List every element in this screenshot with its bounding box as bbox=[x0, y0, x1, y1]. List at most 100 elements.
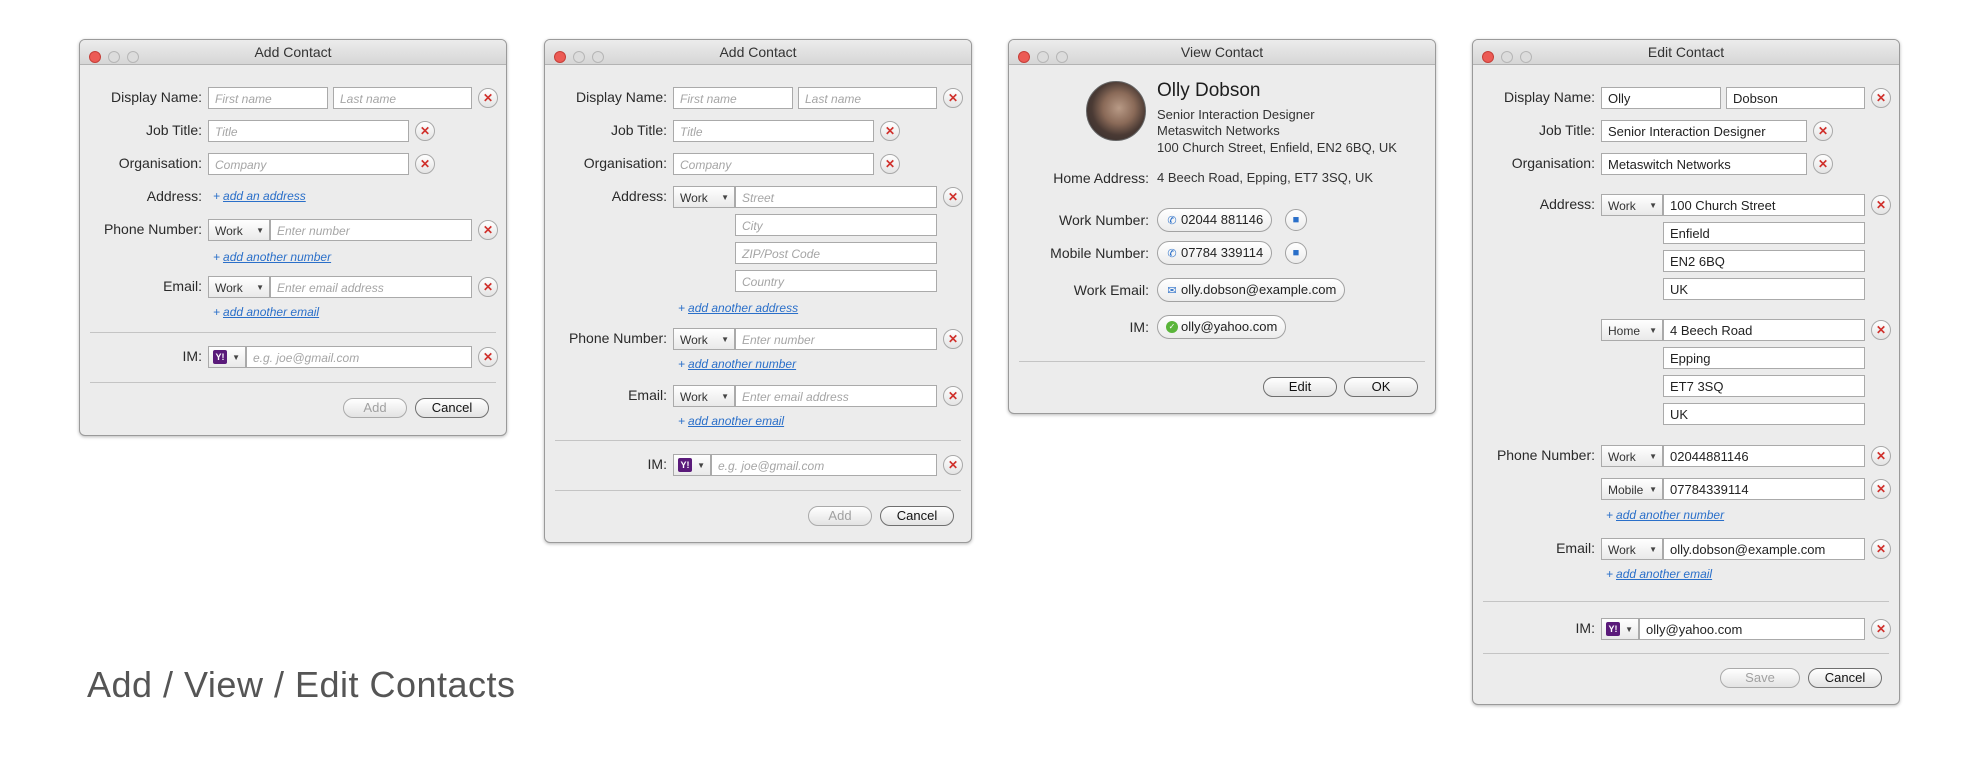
remove-phone-x-icon[interactable]: ✕ bbox=[478, 220, 498, 240]
phone-mobile-input[interactable]: 07784339114 bbox=[1663, 478, 1865, 500]
cancel-button[interactable]: Cancel bbox=[1808, 668, 1882, 688]
add-another-email-link[interactable]: + add another email bbox=[678, 414, 784, 428]
titlebar[interactable]: Add Contact bbox=[545, 40, 971, 65]
im-service-select[interactable]: Y! ▼ bbox=[1601, 618, 1639, 640]
video-call-icon[interactable]: ■ bbox=[1285, 209, 1307, 231]
remove-job-title-x-icon[interactable]: ✕ bbox=[880, 121, 900, 141]
home-country-input[interactable]: UK bbox=[1663, 403, 1865, 425]
phone-work-type-select[interactable]: Work ▼ bbox=[1601, 445, 1663, 467]
remove-display-name-x-icon[interactable]: ✕ bbox=[943, 88, 963, 108]
add-another-number-link[interactable]: + add another number bbox=[678, 357, 796, 371]
first-name-input[interactable]: First name bbox=[673, 87, 793, 109]
work-number-call-button[interactable]: ✆ 02044 881146 bbox=[1157, 208, 1273, 232]
street-input[interactable]: Street bbox=[735, 186, 937, 208]
remove-work-address-x-icon[interactable]: ✕ bbox=[1871, 195, 1891, 215]
close-window-button[interactable] bbox=[1482, 51, 1494, 63]
first-name-input[interactable]: First name bbox=[208, 87, 328, 109]
remove-job-title-x-icon[interactable]: ✕ bbox=[1813, 121, 1833, 141]
remove-address-x-icon[interactable]: ✕ bbox=[943, 187, 963, 207]
remove-display-name-x-icon[interactable]: ✕ bbox=[1871, 88, 1891, 108]
minimize-window-button[interactable] bbox=[1501, 51, 1513, 63]
im-input[interactable]: olly@yahoo.com bbox=[1639, 618, 1865, 640]
remove-organisation-x-icon[interactable]: ✕ bbox=[1813, 154, 1833, 174]
email-input[interactable]: Enter email address bbox=[270, 276, 472, 298]
work-country-input[interactable]: UK bbox=[1663, 278, 1865, 300]
job-title-input[interactable]: Title bbox=[208, 120, 409, 142]
last-name-input[interactable]: Last name bbox=[333, 87, 472, 109]
remove-im-x-icon[interactable]: ✕ bbox=[478, 347, 498, 367]
titlebar[interactable]: View Contact bbox=[1009, 40, 1435, 65]
remove-organisation-x-icon[interactable]: ✕ bbox=[415, 154, 435, 174]
remove-display-name-x-icon[interactable]: ✕ bbox=[478, 88, 498, 108]
minimize-window-button[interactable] bbox=[108, 51, 120, 63]
remove-organisation-x-icon[interactable]: ✕ bbox=[880, 154, 900, 174]
organisation-input[interactable]: Metaswitch Networks bbox=[1601, 153, 1807, 175]
im-service-select[interactable]: Y! ▼ bbox=[208, 346, 246, 368]
minimize-window-button[interactable] bbox=[573, 51, 585, 63]
zoom-window-button[interactable] bbox=[592, 51, 604, 63]
add-button[interactable]: Add bbox=[808, 506, 872, 526]
remove-job-title-x-icon[interactable]: ✕ bbox=[415, 121, 435, 141]
add-another-number-link[interactable]: + add another number bbox=[213, 250, 331, 264]
email-input[interactable]: olly.dobson@example.com bbox=[1663, 538, 1865, 560]
video-call-icon[interactable]: ■ bbox=[1285, 242, 1307, 264]
phone-number-input[interactable]: Enter number bbox=[270, 219, 472, 241]
minimize-window-button[interactable] bbox=[1037, 51, 1049, 63]
phone-work-input[interactable]: 02044881146 bbox=[1663, 445, 1865, 467]
home-zip-input[interactable]: ET7 3SQ bbox=[1663, 375, 1865, 397]
zoom-window-button[interactable] bbox=[127, 51, 139, 63]
phone-type-select[interactable]: Work ▼ bbox=[208, 219, 270, 241]
first-name-input[interactable]: Olly bbox=[1601, 87, 1721, 109]
remove-email-x-icon[interactable]: ✕ bbox=[1871, 539, 1891, 559]
email-type-select[interactable]: Work ▼ bbox=[1601, 538, 1663, 560]
email-input[interactable]: Enter email address bbox=[735, 385, 937, 407]
zoom-window-button[interactable] bbox=[1056, 51, 1068, 63]
close-window-button[interactable] bbox=[1018, 51, 1030, 63]
close-window-button[interactable] bbox=[89, 51, 101, 63]
work-email-button[interactable]: ✉ olly.dobson@example.com bbox=[1157, 278, 1346, 302]
im-service-select[interactable]: Y! ▼ bbox=[673, 454, 711, 476]
zip-input[interactable]: ZIP/Post Code bbox=[735, 242, 937, 264]
job-title-input[interactable]: Title bbox=[673, 120, 874, 142]
remove-email-x-icon[interactable]: ✕ bbox=[478, 277, 498, 297]
add-another-email-link[interactable]: + add another email bbox=[213, 305, 319, 319]
add-button[interactable]: Add bbox=[343, 398, 407, 418]
work-street-input[interactable]: 100 Church Street bbox=[1663, 194, 1865, 216]
organisation-input[interactable]: Company bbox=[673, 153, 874, 175]
im-button[interactable]: ✓ olly@yahoo.com bbox=[1157, 315, 1287, 339]
phone-type-select[interactable]: Work ▼ bbox=[673, 328, 735, 350]
address-type-select[interactable]: Work ▼ bbox=[673, 186, 735, 208]
save-button[interactable]: Save bbox=[1720, 668, 1800, 688]
mobile-number-call-button[interactable]: ✆ 07784 339114 bbox=[1157, 241, 1273, 265]
edit-button[interactable]: Edit bbox=[1263, 377, 1337, 397]
phone-mobile-type-select[interactable]: Mobile ▼ bbox=[1601, 478, 1663, 500]
last-name-input[interactable]: Dobson bbox=[1726, 87, 1865, 109]
im-input[interactable]: e.g. joe@gmail.com bbox=[246, 346, 472, 368]
add-address-link[interactable]: + add an address bbox=[213, 189, 306, 203]
email-type-select[interactable]: Work ▼ bbox=[673, 385, 735, 407]
phone-number-input[interactable]: Enter number bbox=[735, 328, 937, 350]
ok-button[interactable]: OK bbox=[1344, 377, 1418, 397]
work-city-input[interactable]: Enfield bbox=[1663, 222, 1865, 244]
add-another-email-link[interactable]: + add another email bbox=[1606, 567, 1712, 581]
home-address-type-select[interactable]: Home ▼ bbox=[1601, 319, 1663, 341]
remove-email-x-icon[interactable]: ✕ bbox=[943, 386, 963, 406]
job-title-input[interactable]: Senior Interaction Designer bbox=[1601, 120, 1807, 142]
country-input[interactable]: Country bbox=[735, 270, 937, 292]
close-window-button[interactable] bbox=[554, 51, 566, 63]
remove-im-x-icon[interactable]: ✕ bbox=[1871, 619, 1891, 639]
organisation-input[interactable]: Company bbox=[208, 153, 409, 175]
remove-phone-x-icon[interactable]: ✕ bbox=[943, 329, 963, 349]
add-another-number-link[interactable]: + add another number bbox=[1606, 508, 1724, 522]
titlebar[interactable]: Edit Contact bbox=[1473, 40, 1899, 65]
remove-home-address-x-icon[interactable]: ✕ bbox=[1871, 320, 1891, 340]
remove-phone-work-x-icon[interactable]: ✕ bbox=[1871, 446, 1891, 466]
remove-phone-mobile-x-icon[interactable]: ✕ bbox=[1871, 479, 1891, 499]
cancel-button[interactable]: Cancel bbox=[415, 398, 489, 418]
city-input[interactable]: City bbox=[735, 214, 937, 236]
add-another-address-link[interactable]: + add another address bbox=[678, 301, 798, 315]
titlebar[interactable]: Add Contact bbox=[80, 40, 506, 65]
work-address-type-select[interactable]: Work ▼ bbox=[1601, 194, 1663, 216]
cancel-button[interactable]: Cancel bbox=[880, 506, 954, 526]
im-input[interactable]: e.g. joe@gmail.com bbox=[711, 454, 937, 476]
